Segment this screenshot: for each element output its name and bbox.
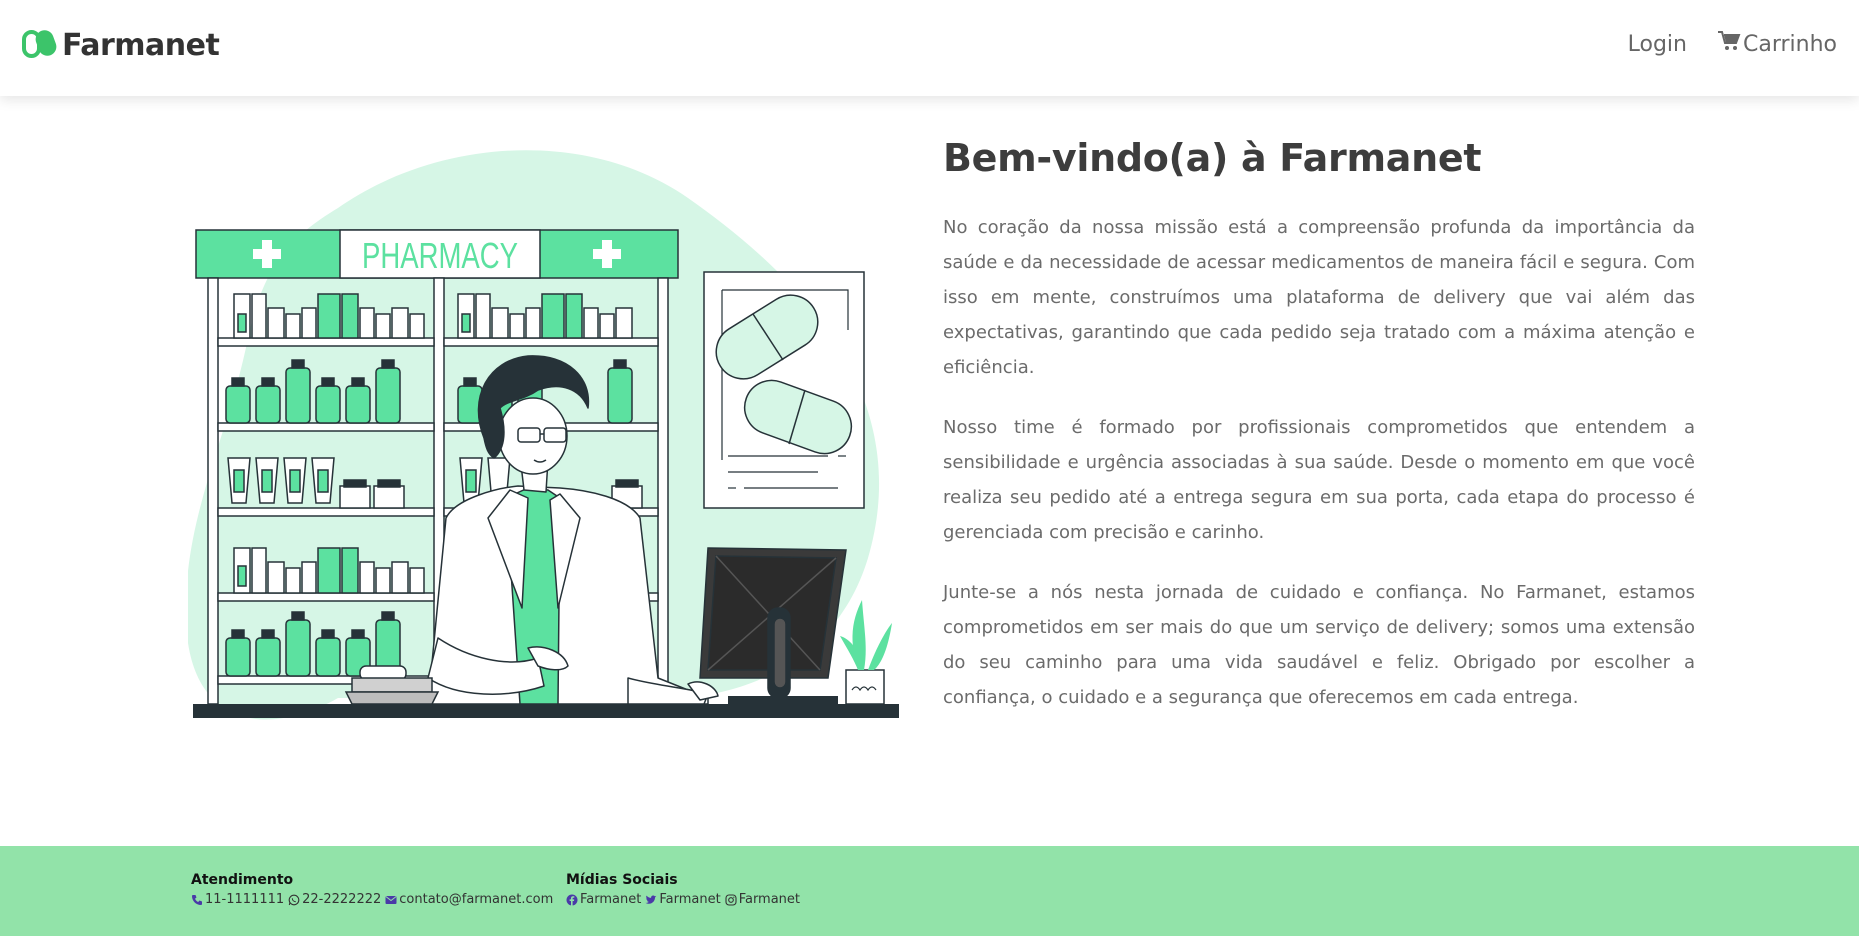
- footer-atendimento: Atendimento 11-1111111 22-2222222 contat…: [191, 872, 553, 907]
- login-link[interactable]: Login: [1628, 32, 1687, 57]
- instagram-link[interactable]: Farmanet: [725, 892, 800, 907]
- site-footer: Atendimento 11-1111111 22-2222222 contat…: [0, 846, 1859, 936]
- phone-contact[interactable]: 11-1111111: [191, 892, 284, 907]
- pharmacy-sign-text: PHARMACY: [362, 235, 518, 276]
- mission-paragraph: No coração da nossa missão está a compre…: [943, 217, 1695, 378]
- instagram-handle: Farmanet: [738, 892, 801, 907]
- facebook-handle: Farmanet: [580, 892, 642, 907]
- facebook-icon: [566, 894, 578, 906]
- cart-label: Carrinho: [1742, 31, 1837, 57]
- twitter-icon: [645, 894, 657, 906]
- whatsapp-number: 22-2222222: [302, 892, 382, 907]
- phone-number: 11-1111111: [205, 892, 285, 907]
- atendimento-heading: Atendimento: [191, 872, 294, 888]
- envelope-icon: [385, 894, 397, 906]
- team-paragraph: Nosso time é formado por profissionais c…: [943, 417, 1695, 543]
- brand-name: Farmanet: [62, 28, 220, 63]
- top-navbar: Farmanet Login Carrinho: [0, 0, 1859, 96]
- twitter-handle: Farmanet: [659, 892, 721, 907]
- email-address: contato@farmanet.com: [399, 892, 554, 907]
- pill-logo-icon: [22, 28, 60, 63]
- email-contact[interactable]: contato@farmanet.com: [385, 892, 553, 907]
- page-title: Bem-vindo(a) à Farmanet: [943, 136, 1482, 180]
- join-paragraph: Junte-se a nós nesta jornada de cuidado …: [943, 582, 1695, 708]
- facebook-link[interactable]: Farmanet: [566, 892, 641, 907]
- whatsapp-contact[interactable]: 22-2222222: [288, 892, 381, 907]
- brand-link[interactable]: Farmanet: [22, 28, 220, 63]
- whatsapp-icon: [288, 894, 300, 906]
- cart-icon: [1717, 30, 1741, 58]
- welcome-section: Bem-vindo(a) à Farmanet No coração da no…: [943, 136, 1695, 740]
- main-nav: Login Carrinho: [1628, 30, 1837, 58]
- twitter-link[interactable]: Farmanet: [645, 892, 721, 907]
- social-heading: Mídias Sociais: [566, 872, 678, 888]
- instagram-icon: [725, 893, 737, 906]
- cart-link[interactable]: Carrinho: [1717, 30, 1837, 58]
- footer-social: Mídias Sociais Farmanet Farmanet Farmane…: [566, 872, 800, 907]
- phone-icon: [191, 894, 203, 906]
- pharmacist-illustration: PHARMACY: [185, 138, 908, 758]
